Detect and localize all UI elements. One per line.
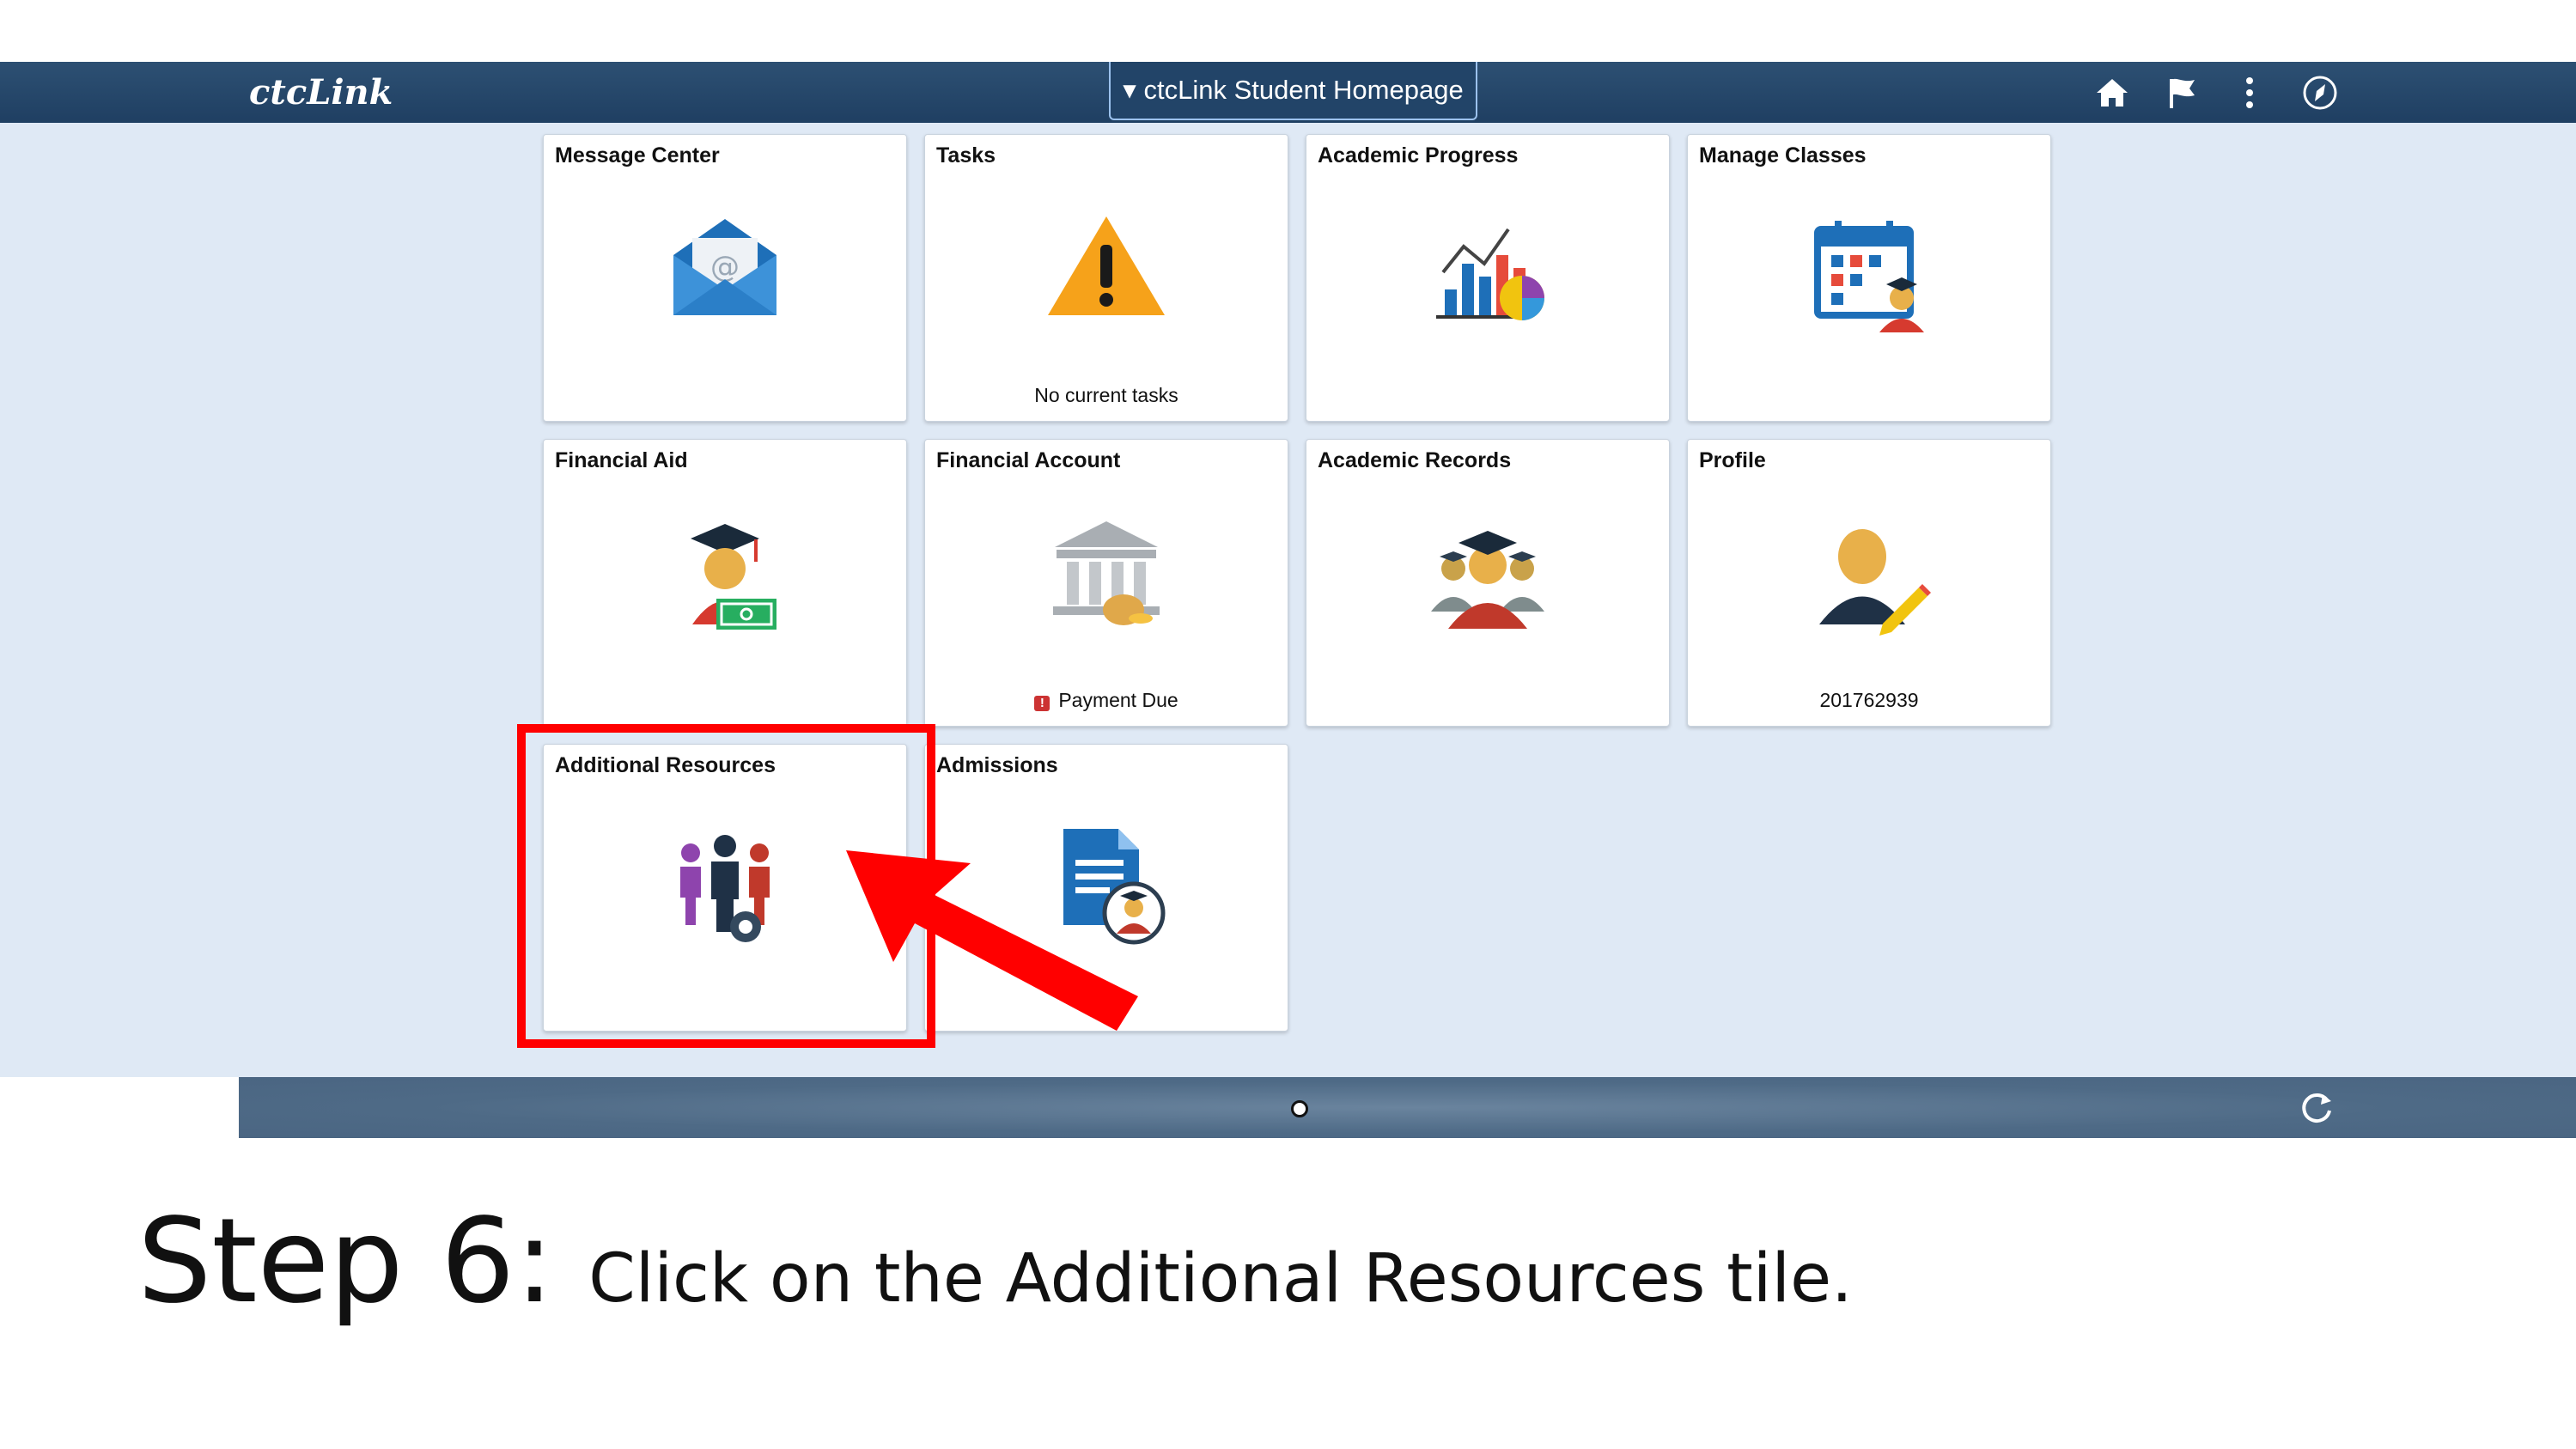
mail-icon: @ bbox=[673, 219, 776, 315]
home-icon[interactable] bbox=[2092, 72, 2133, 113]
step-caption: Step 6: Click on the Additional Resources… bbox=[137, 1194, 1853, 1330]
homepage-tile-area: Message Center @ Tasks No current tasks … bbox=[0, 123, 2576, 1077]
ctclink-logo[interactable]: ctcLink bbox=[249, 72, 393, 113]
tile-status: 201762939 bbox=[1819, 689, 1919, 711]
tile-title: Message Center bbox=[555, 143, 720, 167]
tile-manage-classes[interactable]: Manage Classes bbox=[1687, 134, 2051, 422]
top-header-bar: ctcLink ▾ ctcLink Student Homepage bbox=[0, 62, 2576, 123]
tile-tasks[interactable]: Tasks No current tasks bbox=[924, 134, 1288, 422]
tile-message-center[interactable]: Message Center @ bbox=[543, 134, 907, 422]
step-instruction: Click on the Additional Resources tile. bbox=[588, 1240, 1853, 1318]
homepage-select[interactable]: ▾ ctcLink Student Homepage bbox=[1109, 62, 1477, 120]
tile-title: Financial Aid bbox=[555, 448, 688, 472]
more-vertical-icon[interactable] bbox=[2229, 72, 2270, 113]
page-dot-indicator[interactable] bbox=[1291, 1100, 1308, 1117]
calendar-student-icon bbox=[1814, 221, 1924, 332]
alert-icon: ! bbox=[1034, 696, 1050, 711]
profile-edit-icon bbox=[1819, 529, 1931, 636]
tile-status: No current tasks bbox=[1034, 384, 1178, 406]
tile-title: Manage Classes bbox=[1699, 143, 1867, 167]
chart-icon bbox=[1436, 228, 1544, 320]
instruction-after: tile. bbox=[1705, 1240, 1853, 1318]
graduates-group-icon bbox=[1431, 531, 1544, 629]
bank-icon bbox=[1053, 521, 1160, 625]
flag-icon[interactable] bbox=[2162, 72, 2203, 113]
graduate-money-icon bbox=[691, 524, 776, 630]
payment-due-label: Payment Due bbox=[1058, 689, 1178, 711]
tile-financial-aid[interactable]: Financial Aid bbox=[543, 439, 907, 727]
footer-bar bbox=[239, 1077, 2576, 1138]
tile-status: ! Payment Due bbox=[925, 689, 1288, 712]
tile-academic-records[interactable]: Academic Records bbox=[1306, 439, 1670, 727]
tile-title: Academic Records bbox=[1318, 448, 1512, 472]
step-number: Step 6: bbox=[137, 1194, 555, 1330]
tile-title: Financial Account bbox=[936, 448, 1121, 472]
tile-title: Admissions bbox=[936, 753, 1058, 777]
tile-profile[interactable]: Profile 201762939 bbox=[1687, 439, 2051, 727]
refresh-icon[interactable] bbox=[2297, 1087, 2336, 1127]
dropdown-triangle-icon: ▾ bbox=[1123, 75, 1144, 105]
instruction-before: Click on the bbox=[588, 1240, 1006, 1318]
tile-title: Tasks bbox=[936, 143, 996, 167]
pointer-arrow-icon bbox=[846, 850, 1138, 1031]
warning-icon bbox=[1048, 216, 1165, 315]
navbar-compass-icon[interactable] bbox=[2299, 72, 2341, 113]
header-inner: ctcLink ▾ ctcLink Student Homepage bbox=[239, 62, 2351, 123]
tile-title: Academic Progress bbox=[1318, 143, 1519, 167]
tile-financial-account[interactable]: Financial Account ! Payment Due bbox=[924, 439, 1288, 727]
tile-academic-progress[interactable]: Academic Progress bbox=[1306, 134, 1670, 422]
tile-title: Profile bbox=[1699, 448, 1766, 472]
homepage-select-label: ctcLink Student Homepage bbox=[1143, 75, 1464, 105]
instruction-bold: Additional Resources bbox=[1005, 1240, 1706, 1318]
